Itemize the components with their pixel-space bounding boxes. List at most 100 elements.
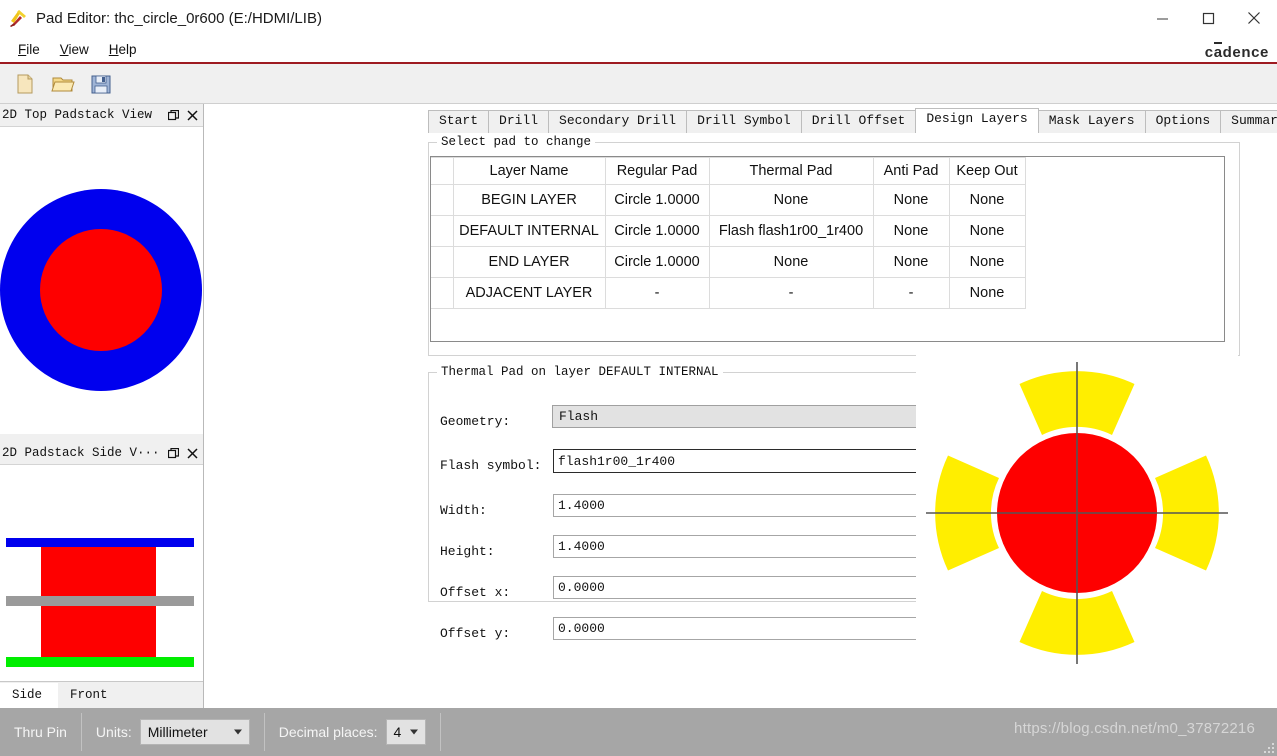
geometry-value: Flash <box>559 409 599 424</box>
row-selector[interactable] <box>431 184 454 216</box>
side-padstack-panel-title: 2D Padstack Side V··· <box>2 446 160 460</box>
cell-thermal-pad[interactable]: - <box>708 277 874 309</box>
geometry-label: Geometry: <box>440 414 511 429</box>
top-padstack-panel-header: 2D Top Padstack View <box>0 104 203 127</box>
tab-summary[interactable]: Summary <box>1220 110 1277 133</box>
offset-x-row: Offset x: <box>440 585 510 600</box>
cell-regular-pad[interactable]: Circle 1.0000 <box>604 184 710 216</box>
cell-layer-name: DEFAULT INTERNAL <box>452 215 606 247</box>
cell-layer-name: END LAYER <box>452 246 606 278</box>
col-anti-pad[interactable]: Anti Pad <box>872 157 950 185</box>
thermal-pad-preview[interactable] <box>916 352 1238 674</box>
units-label: Units: <box>95 724 132 740</box>
view-tab-side[interactable]: Side <box>0 683 59 708</box>
menu-file[interactable]: File <box>8 40 50 59</box>
select-pad-group-title: Select pad to change <box>437 135 596 149</box>
flash-symbol-value: flash1r00_1r400 <box>558 453 676 469</box>
panel-close-icon[interactable] <box>184 107 200 123</box>
decimals-segment: Decimal places: 4 <box>265 708 440 756</box>
menu-help[interactable]: Help <box>99 40 147 59</box>
row-selector[interactable] <box>431 277 454 309</box>
tab-drill-symbol[interactable]: Drill Symbol <box>686 110 802 133</box>
pad-layer-table: Layer Name Regular Pad Thermal Pad Anti … <box>431 157 1026 309</box>
content-area: Start Drill Secondary Drill Drill Symbol… <box>204 104 1277 708</box>
cell-keep-out[interactable]: None <box>948 184 1026 216</box>
resize-grip-icon[interactable] <box>1262 741 1274 753</box>
top-padstack-view-canvas[interactable] <box>0 127 203 434</box>
open-folder-icon[interactable] <box>50 71 76 97</box>
thermal-pad-preview-svg <box>926 362 1228 664</box>
table-row[interactable]: DEFAULT INTERNAL Circle 1.0000 Flash fla… <box>431 215 1026 247</box>
cell-thermal-pad[interactable]: None <box>708 246 874 278</box>
minimize-button[interactable] <box>1139 0 1185 36</box>
tab-drill-offset[interactable]: Drill Offset <box>800 110 917 133</box>
left-dock: 2D Top Padstack View 2D Padstack Side V·… <box>0 104 204 708</box>
tab-secondary-drill[interactable]: Secondary Drill <box>548 110 688 133</box>
col-layer-name[interactable]: Layer Name <box>452 157 606 185</box>
cell-thermal-pad[interactable]: None <box>708 184 874 216</box>
tab-mask-layers[interactable]: Mask Layers <box>1037 110 1146 133</box>
table-row[interactable]: END LAYER Circle 1.0000 None None None <box>431 246 1026 278</box>
menu-bar: File View Help cadence <box>0 36 1277 62</box>
table-row[interactable]: BEGIN LAYER Circle 1.0000 None None None <box>431 184 1026 216</box>
barrel-upper-rect <box>41 541 156 597</box>
row-selector[interactable] <box>431 246 454 278</box>
col-regular-pad[interactable]: Regular Pad <box>604 157 710 185</box>
tab-drill[interactable]: Drill <box>488 110 550 133</box>
col-keep-out[interactable]: Keep Out <box>948 157 1026 185</box>
floppy-save-icon[interactable] <box>88 71 114 97</box>
table-header-row: Layer Name Regular Pad Thermal Pad Anti … <box>431 157 1026 185</box>
offset-y-value: 0.0000 <box>558 621 605 636</box>
chevron-down-icon <box>233 729 242 735</box>
bottom-layer-bar <box>6 657 194 667</box>
row-selector[interactable] <box>431 215 454 247</box>
cell-anti-pad[interactable]: None <box>872 184 950 216</box>
height-row: Height: <box>440 544 495 559</box>
maximize-button[interactable] <box>1185 0 1231 36</box>
close-button[interactable] <box>1231 0 1277 36</box>
side-padstack-view-canvas[interactable] <box>0 465 203 681</box>
view-tab-front[interactable]: Front <box>58 684 124 708</box>
panel-close-icon[interactable] <box>184 445 200 461</box>
table-row[interactable]: ADJACENT LAYER - - - None <box>431 277 1026 309</box>
side-padstack-panel-header: 2D Padstack Side V··· <box>0 442 203 465</box>
cell-keep-out[interactable]: None <box>948 246 1026 278</box>
new-document-icon[interactable] <box>12 71 38 97</box>
cell-thermal-pad[interactable]: Flash flash1r00_1r400 <box>708 215 874 247</box>
float-icon[interactable] <box>165 445 181 461</box>
tab-start[interactable]: Start <box>428 110 490 133</box>
cell-anti-pad[interactable]: None <box>872 246 950 278</box>
app-icon <box>8 7 30 29</box>
tab-design-layers[interactable]: Design Layers <box>915 108 1039 133</box>
side-padstack-panel: 2D Padstack Side V··· Side Front <box>0 442 203 708</box>
cell-regular-pad[interactable]: Circle 1.0000 <box>604 215 710 247</box>
pad-table-container[interactable]: Layer Name Regular Pad Thermal Pad Anti … <box>430 156 1225 342</box>
dock-splitter[interactable] <box>0 434 203 442</box>
thermal-pad-group-title: Thermal Pad on layer DEFAULT INTERNAL <box>437 365 723 379</box>
cell-regular-pad[interactable]: Circle 1.0000 <box>604 246 710 278</box>
cell-regular-pad[interactable]: - <box>604 277 710 309</box>
title-bar: Pad Editor: thc_circle_0r600 (E:/HDMI/LI… <box>0 0 1277 36</box>
float-icon[interactable] <box>165 107 181 123</box>
flash-symbol-label: Flash symbol: <box>440 458 542 473</box>
internal-layer-bar <box>6 596 194 606</box>
height-label: Height: <box>440 544 495 559</box>
tab-options[interactable]: Options <box>1144 110 1222 133</box>
top-padstack-panel-title: 2D Top Padstack View <box>2 108 153 122</box>
decimal-places-select[interactable]: 4 <box>385 719 426 745</box>
cell-anti-pad[interactable]: - <box>872 277 950 309</box>
barrel-lower-rect <box>41 604 156 662</box>
status-bar: Thru Pin Units: Millimeter Decimal place… <box>0 708 1277 756</box>
cell-keep-out[interactable]: None <box>948 215 1026 247</box>
cell-keep-out[interactable]: None <box>948 277 1026 309</box>
main-tabstrip: Start Drill Secondary Drill Drill Symbol… <box>428 108 1277 133</box>
window-title: Pad Editor: thc_circle_0r600 (E:/HDMI/LI… <box>36 9 322 27</box>
col-thermal-pad[interactable]: Thermal Pad <box>708 157 874 185</box>
units-segment: Units: Millimeter <box>82 708 264 756</box>
menu-view[interactable]: View <box>50 40 99 59</box>
units-select[interactable]: Millimeter <box>139 719 250 745</box>
cell-anti-pad[interactable]: None <box>872 215 950 247</box>
side-view-tabstrip: Side Front <box>0 681 203 708</box>
main-toolbar <box>0 64 1277 104</box>
cadence-logo: cadence <box>1204 42 1269 61</box>
